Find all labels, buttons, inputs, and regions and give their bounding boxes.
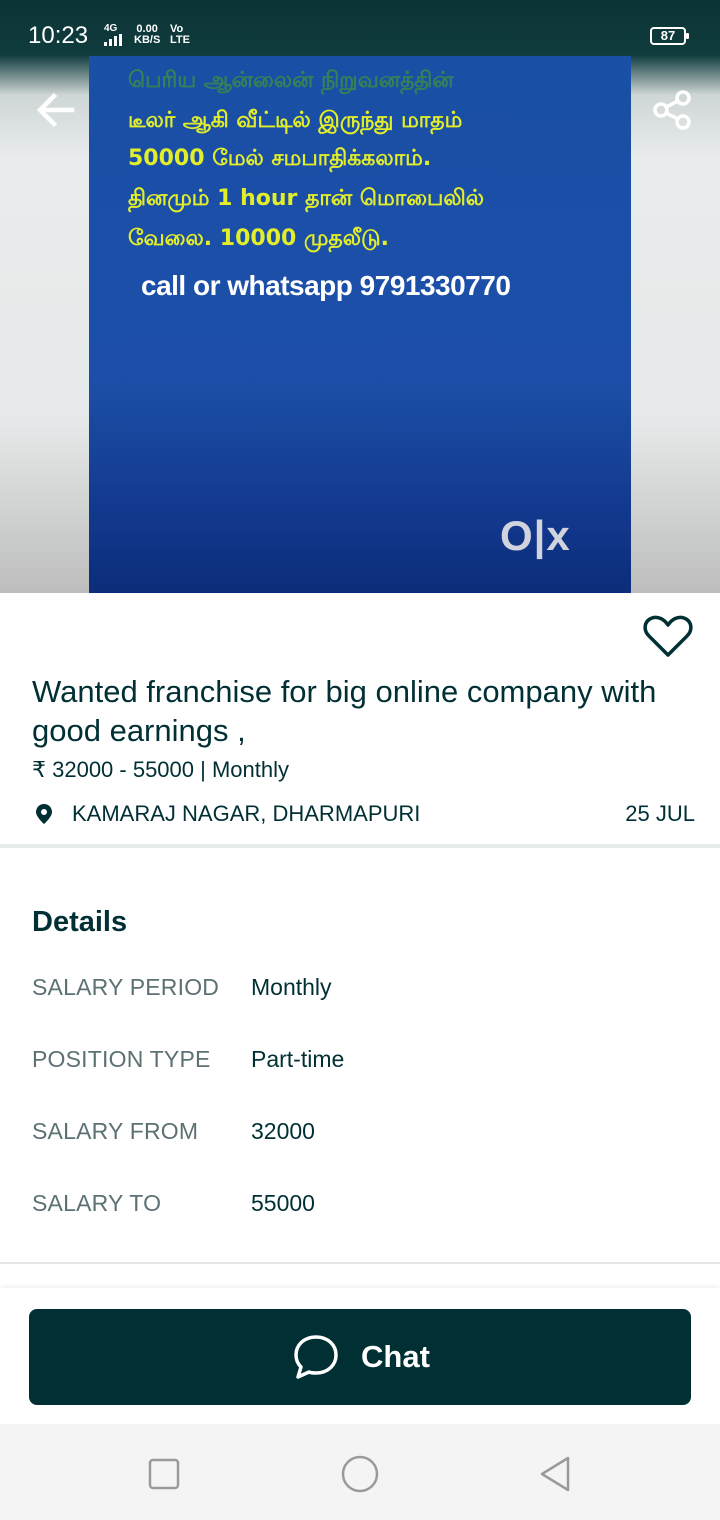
listing-date: 25 JUL	[625, 801, 695, 826]
network-speed: 0.00 KB/S	[134, 24, 160, 46]
network-type: 4G	[104, 23, 118, 34]
ad-text-line-2: டீலர் ஆகி வீட்டில் இருந்து மாதம்	[128, 108, 463, 133]
system-navigation-bar	[0, 1424, 720, 1520]
triangle-back-icon	[540, 1456, 570, 1492]
square-icon	[148, 1458, 180, 1490]
speed-unit: KB/S	[134, 34, 161, 46]
back-button[interactable]	[32, 86, 80, 134]
detail-label: SALARY TO	[32, 1190, 162, 1216]
ad-text-line-6: call or whatsapp 9791330770	[141, 270, 511, 301]
detail-label: SALARY PERIOD	[32, 974, 220, 1000]
ad-text-line-5: வேலை. 10000 முதலீடு.	[128, 226, 390, 251]
chat-bubble-icon	[294, 1335, 338, 1379]
ad-text-line-3: 50000 மேல் சமபாதிக்கலாம்.	[128, 146, 432, 171]
detail-label: POSITION TYPE	[32, 1046, 211, 1072]
detail-value: Part-time	[251, 1046, 345, 1072]
listing-location: KAMARAJ NAGAR, DHARMAPURI	[72, 801, 421, 826]
status-time: 10:23	[28, 22, 89, 49]
system-back-button[interactable]	[536, 1454, 576, 1494]
battery-icon: 87	[650, 27, 689, 45]
signal-icon: 4G	[104, 24, 126, 49]
detail-value: 32000	[251, 1118, 315, 1144]
divider	[0, 1262, 720, 1264]
arrow-left-icon	[36, 92, 75, 128]
status-bar: 10:23 4G 0.00 KB/S Vo LTE 87	[0, 0, 720, 72]
listing-price: ₹ 32000 - 55000 | Monthly	[32, 757, 289, 782]
detail-label: SALARY FROM	[32, 1118, 199, 1144]
listing-image-gallery[interactable]: பெரிய ஆன்லைன் நிறுவனத்தின் டீலர் ஆகி வீட…	[0, 0, 720, 593]
olx-watermark-logo: O|x	[500, 512, 571, 559]
detail-row-position-type: POSITION TYPE Part-time	[32, 1046, 692, 1086]
share-button[interactable]	[648, 86, 696, 134]
listing-title: Wanted franchise for big online company …	[32, 674, 657, 748]
chat-button[interactable]: Chat	[29, 1309, 691, 1405]
home-button[interactable]	[340, 1454, 380, 1494]
chat-label: Chat	[361, 1339, 430, 1374]
details-heading: Details	[32, 906, 128, 938]
heart-outline-icon	[643, 615, 693, 657]
detail-value: 55000	[251, 1190, 315, 1216]
circle-icon	[341, 1455, 379, 1493]
detail-value: Monthly	[251, 974, 332, 1000]
divider	[0, 844, 720, 848]
share-icon	[653, 90, 691, 130]
volte-indicator: Vo LTE	[170, 24, 190, 46]
detail-row-salary-from: SALARY FROM 32000	[32, 1118, 692, 1158]
ad-text-line-4: தினமும் 1 hour தான் மொபைலில்	[128, 186, 485, 211]
volte-bottom: LTE	[170, 34, 190, 46]
ad-text-line-1: பெரிய ஆன்லைன் நிறுவனத்தின்	[128, 68, 454, 93]
favorite-button[interactable]	[642, 613, 694, 661]
recent-apps-button[interactable]	[144, 1454, 184, 1494]
detail-row-salary-period: SALARY PERIOD Monthly	[32, 974, 692, 1014]
detail-row-salary-to: SALARY TO 55000	[32, 1190, 692, 1230]
location-pin-icon	[33, 803, 55, 825]
